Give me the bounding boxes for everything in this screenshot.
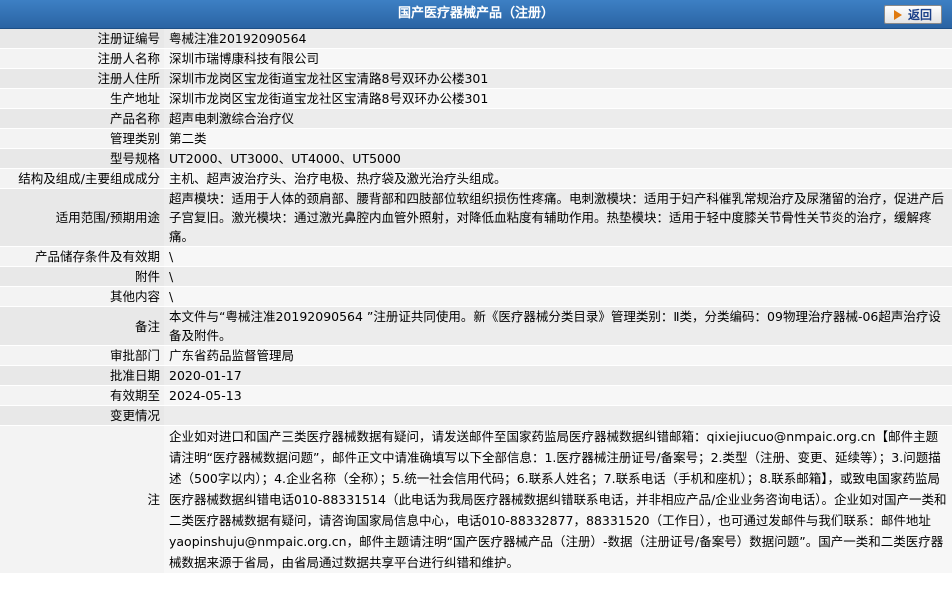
back-button[interactable]: 返回 (884, 5, 942, 24)
field-value: 超声电刺激综合治疗仪 (164, 109, 952, 129)
table-row-note: 注 企业如对进口和国产三类医疗器械数据有疑问，请发送邮件至国家药监局医疗器械数据… (0, 426, 952, 574)
field-label: 批准日期 (0, 366, 164, 386)
field-label: 变更情况 (0, 406, 164, 426)
field-value: 主机、超声波治疗头、治疗电极、热疗袋及激光治疗头组成。 (164, 169, 952, 189)
detail-table: 注册证编号 粤械注准20192090564 注册人名称 深圳市瑞博康科技有限公司… (0, 29, 952, 574)
table-row: 结构及组成/主要组成成分 主机、超声波治疗头、治疗电极、热疗袋及激光治疗头组成。 (0, 169, 952, 189)
field-value: 广东省药品监督管理局 (164, 346, 952, 366)
field-value: 粤械注准20192090564 (164, 29, 952, 49)
table-row: 有效期至 2024-05-13 (0, 386, 952, 406)
page-title: 国产医疗器械产品（注册） (397, 6, 554, 21)
table-row: 注册人住所 深圳市龙岗区宝龙街道宝龙社区宝清路8号双环办公楼301 (0, 69, 952, 89)
note-label: 注 (0, 426, 164, 574)
table-row: 变更情况 (0, 406, 952, 426)
table-row: 生产地址 深圳市龙岗区宝龙街道宝龙社区宝清路8号双环办公楼301 (0, 89, 952, 109)
field-value: \ (164, 247, 952, 267)
field-label: 有效期至 (0, 386, 164, 406)
field-label: 适用范围/预期用途 (0, 189, 164, 247)
field-label: 备注 (0, 307, 164, 346)
field-label: 型号规格 (0, 149, 164, 169)
field-label: 产品储存条件及有效期 (0, 247, 164, 267)
field-value (164, 406, 952, 426)
arrow-right-icon (893, 9, 902, 20)
field-label: 其他内容 (0, 287, 164, 307)
table-row: 注册证编号 粤械注准20192090564 (0, 29, 952, 49)
table-row: 注册人名称 深圳市瑞博康科技有限公司 (0, 49, 952, 69)
field-value: 本文件与“粤械注准20192090564 ”注册证共同使用。新《医疗器械分类目录… (164, 307, 952, 346)
field-value: 深圳市瑞博康科技有限公司 (164, 49, 952, 69)
table-row: 适用范围/预期用途 超声模块：适用于人体的颈肩部、腰背部和四肢部位软组织损伤性疼… (0, 189, 952, 247)
field-label: 管理类别 (0, 129, 164, 149)
table-row: 附件 \ (0, 267, 952, 287)
field-label: 产品名称 (0, 109, 164, 129)
field-value: UT2000、UT3000、UT4000、UT5000 (164, 149, 952, 169)
table-row: 型号规格 UT2000、UT3000、UT4000、UT5000 (0, 149, 952, 169)
field-value: 第二类 (164, 129, 952, 149)
field-label: 注册人名称 (0, 49, 164, 69)
table-row: 批准日期 2020-01-17 (0, 366, 952, 386)
table-row: 备注 本文件与“粤械注准20192090564 ”注册证共同使用。新《医疗器械分… (0, 307, 952, 346)
field-label: 注册证编号 (0, 29, 164, 49)
field-label: 结构及组成/主要组成成分 (0, 169, 164, 189)
field-value: 2020-01-17 (164, 366, 952, 386)
table-row: 产品储存条件及有效期 \ (0, 247, 952, 267)
table-row: 其他内容 \ (0, 287, 952, 307)
field-value: 2024-05-13 (164, 386, 952, 406)
field-label: 生产地址 (0, 89, 164, 109)
field-value: 深圳市龙岗区宝龙街道宝龙社区宝清路8号双环办公楼301 (164, 89, 952, 109)
table-row: 审批部门 广东省药品监督管理局 (0, 346, 952, 366)
field-value: 超声模块：适用于人体的颈肩部、腰背部和四肢部位软组织损伤性疼痛。电刺激模块：适用… (164, 189, 952, 247)
field-label: 注册人住所 (0, 69, 164, 89)
field-label: 附件 (0, 267, 164, 287)
field-value: \ (164, 287, 952, 307)
page-header: 国产医疗器械产品（注册） 返回 (0, 0, 952, 29)
table-row: 产品名称 超声电刺激综合治疗仪 (0, 109, 952, 129)
field-label: 审批部门 (0, 346, 164, 366)
table-row: 管理类别 第二类 (0, 129, 952, 149)
note-text: 企业如对进口和国产三类医疗器械数据有疑问，请发送邮件至国家药监局医疗器械数据纠错… (164, 426, 952, 574)
field-value: \ (164, 267, 952, 287)
back-button-label: 返回 (907, 8, 932, 22)
field-value: 深圳市龙岗区宝龙街道宝龙社区宝清路8号双环办公楼301 (164, 69, 952, 89)
